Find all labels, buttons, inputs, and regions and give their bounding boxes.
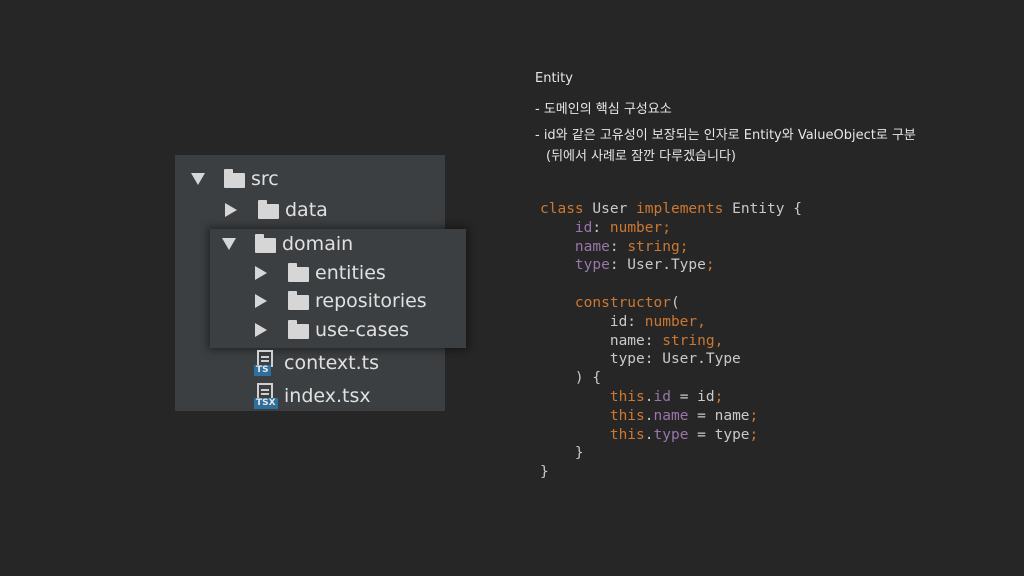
code-token: type: User.Type <box>540 351 741 368</box>
tree-item-label: data <box>285 199 328 221</box>
bullet-continuation: (뒤에서 사례로 잠깐 다루겠습니다) <box>546 149 736 164</box>
code-token: ; <box>714 388 724 405</box>
code-token: type <box>653 426 689 443</box>
code-token: } <box>540 464 549 481</box>
code-token: constructor <box>574 294 671 311</box>
tree-item-repositories[interactable]: repositories <box>255 286 427 316</box>
code-line: this.type = type; <box>540 426 802 445</box>
collapse-arrow-icon[interactable] <box>255 266 267 280</box>
code-token: ; <box>749 407 759 424</box>
code-token: type <box>574 257 610 274</box>
tree-item-label: index.tsx <box>284 385 371 407</box>
tree-item-context-ts[interactable]: TS context.ts <box>254 348 379 378</box>
code-token: this <box>609 407 645 424</box>
section-title: Entity <box>535 71 573 86</box>
code-token: User <box>583 201 637 217</box>
bullet-entity-valueobject: - id와 같은 고유성이 보장되는 인자로 Entity와 ValueObje… <box>535 128 916 143</box>
code-token: name <box>653 407 689 424</box>
tree-item-label: use-cases <box>315 319 410 341</box>
code-token: Entity { <box>723 201 802 217</box>
tsx-file-icon: TSX <box>254 383 278 409</box>
code-token: id: <box>540 313 645 330</box>
folder-icon <box>288 263 309 282</box>
tree-item-label: src <box>251 168 279 190</box>
code-token: string; <box>627 238 689 255</box>
collapse-arrow-icon[interactable] <box>255 323 267 337</box>
code-line: name: string, <box>540 332 802 351</box>
bullet-core-component: - 도메인의 핵심 구성요소 <box>535 102 672 117</box>
code-token: . <box>644 426 654 443</box>
code-token: ; <box>705 257 715 274</box>
code-token: = id <box>670 388 715 405</box>
code-line: class User implements Entity { <box>540 200 802 219</box>
tree-item-label: entities <box>315 262 386 284</box>
tree-item-src[interactable]: src <box>191 164 279 194</box>
folder-icon <box>258 200 279 219</box>
tree-item-domain[interactable]: domain <box>222 229 353 259</box>
code-token: name: <box>540 332 663 349</box>
code-token: id <box>653 388 671 405</box>
code-token: string, <box>662 332 724 349</box>
tree-item-data[interactable]: data <box>225 195 328 225</box>
code-line: type: User.Type; <box>540 256 802 275</box>
code-token: . <box>644 388 654 405</box>
collapse-arrow-icon[interactable] <box>255 294 267 308</box>
code-line: this.id = id; <box>540 388 802 407</box>
folder-icon <box>255 234 276 253</box>
code-token: . <box>644 407 654 424</box>
code-token: } <box>540 445 584 462</box>
code-line: } <box>540 444 802 463</box>
code-token: = name <box>688 407 750 424</box>
code-token: class <box>540 201 584 217</box>
folder-icon <box>288 320 309 339</box>
code-token: : <box>592 219 610 236</box>
code-line: } <box>540 463 802 482</box>
tree-item-use-cases[interactable]: use-cases <box>255 315 409 345</box>
code-token: this <box>609 388 645 405</box>
tree-item-label: context.ts <box>284 352 379 374</box>
code-token: name <box>574 238 610 255</box>
code-token: number; <box>609 219 671 236</box>
tree-item-index-tsx[interactable]: TSX index.tsx <box>254 381 371 411</box>
code-token: = type <box>688 426 750 443</box>
code-line: name: string; <box>540 238 802 257</box>
code-line: id: number; <box>540 219 802 238</box>
code-line: type: User.Type <box>540 350 802 369</box>
code-token: : <box>609 238 628 255</box>
folder-icon <box>224 169 245 188</box>
code-token: this <box>609 426 645 443</box>
code-token: ( <box>670 294 680 311</box>
tree-item-label: repositories <box>315 290 427 312</box>
collapse-arrow-icon[interactable] <box>225 203 237 217</box>
code-line: ) { <box>540 369 802 388</box>
code-token: implements <box>636 201 724 217</box>
code-line: constructor( <box>540 294 802 313</box>
expand-arrow-icon[interactable] <box>222 238 236 250</box>
code-token: number, <box>644 313 706 330</box>
code-line: this.name = name; <box>540 407 802 426</box>
tree-item-entities[interactable]: entities <box>255 258 386 288</box>
code-token: id <box>574 219 593 236</box>
code-block: class User implements Entity { id: numbe… <box>540 200 802 482</box>
code-token: ; <box>749 426 759 443</box>
tree-item-label: domain <box>282 233 354 255</box>
folder-icon <box>288 291 309 310</box>
code-token: ) { <box>540 370 602 387</box>
expand-arrow-icon[interactable] <box>191 173 205 185</box>
code-token: : User.Type <box>609 257 706 274</box>
typescript-file-icon: TS <box>254 350 278 376</box>
code-line: id: number, <box>540 313 802 332</box>
